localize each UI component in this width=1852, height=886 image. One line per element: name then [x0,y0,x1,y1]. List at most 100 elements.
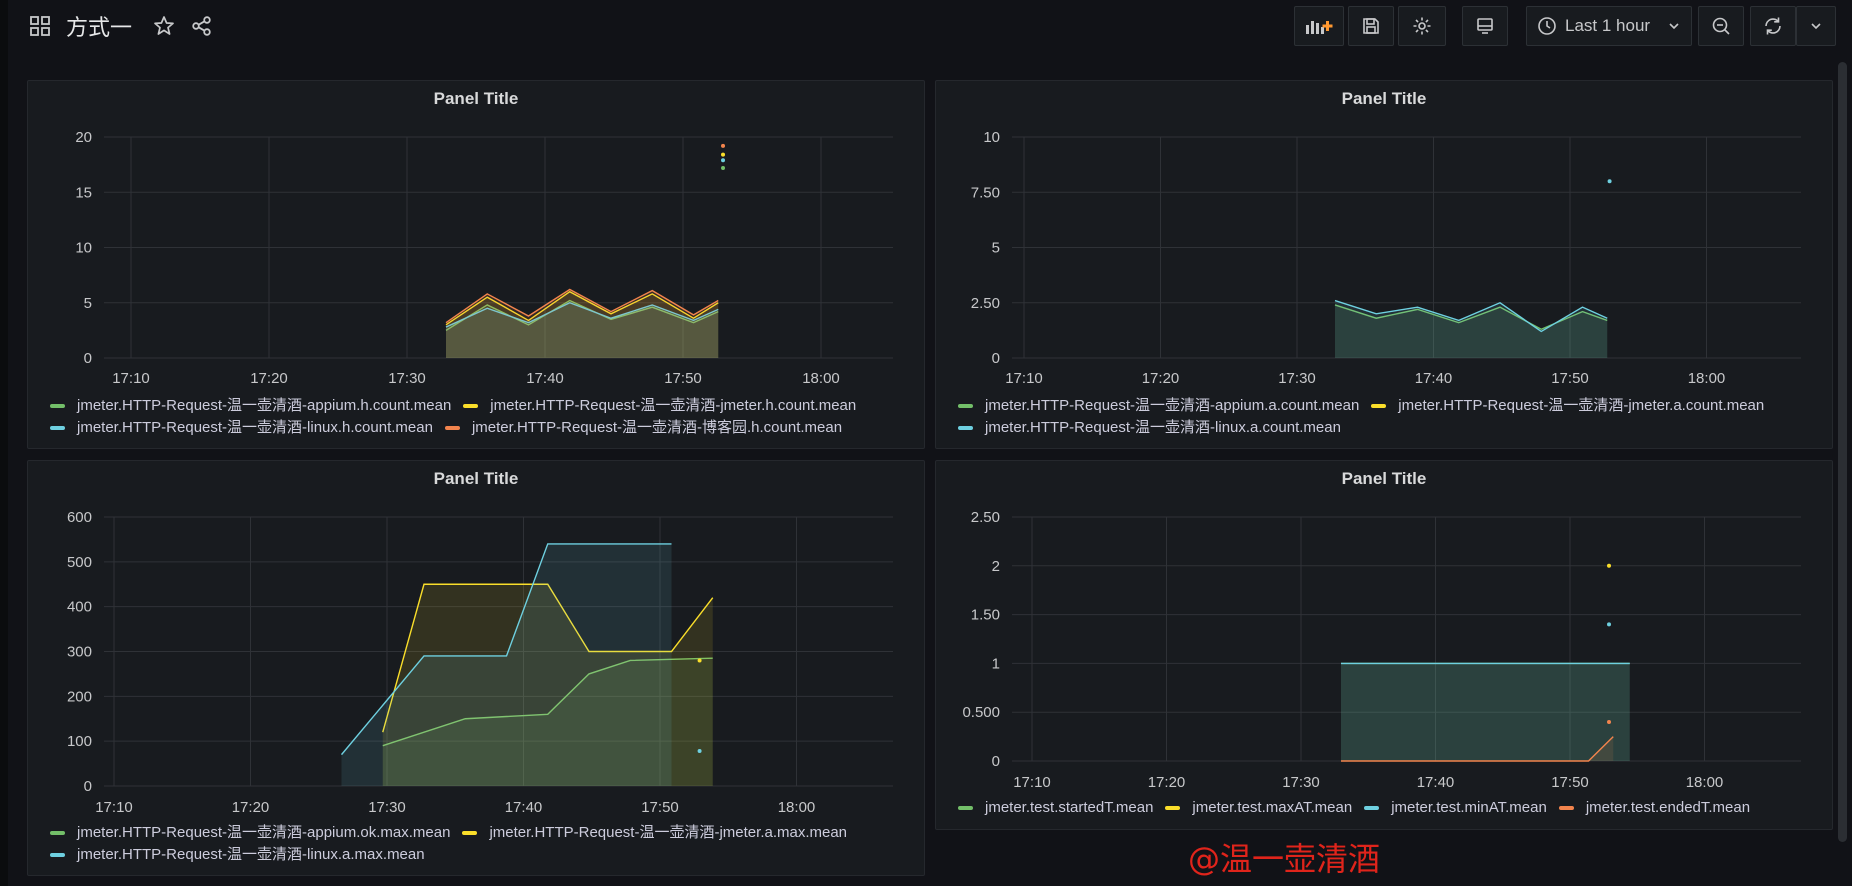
x-tick-label: 17:20 [1142,370,1180,387]
series-point[interactable] [1607,719,1612,724]
left-edge [0,0,8,886]
legend-item[interactable]: jmeter.HTTP-Request-温一壶清酒-linux.a.max.me… [50,844,425,866]
legend-row: jmeter.HTTP-Request-温一壶清酒-linux.a.max.me… [50,844,859,866]
legend-label: jmeter.HTTP-Request-温一壶清酒-linux.a.max.me… [77,846,425,863]
series-point[interactable] [721,143,726,148]
series-area [446,289,719,358]
legend-swatch [958,806,973,810]
series-point[interactable] [1607,622,1612,627]
legend-item[interactable]: jmeter.HTTP-Request-温一壶清酒-jmeter.h.count… [463,395,856,417]
x-tick-label: 17:30 [368,799,406,816]
series-point[interactable] [697,749,702,754]
x-tick-label: 18:00 [802,370,840,387]
legend-swatch [1364,806,1380,810]
x-tick-label: 17:30 [1282,774,1320,791]
legend-item[interactable]: jmeter.HTTP-Request-温一壶清酒-博客园.h.count.me… [444,417,842,439]
legend-label: jmeter.HTTP-Request-温一壶清酒-appium.a.count… [985,397,1360,414]
y-tick-label: 100 [67,733,92,750]
legend-item[interactable]: jmeter.HTTP-Request-温一壶清酒-jmeter.a.max.m… [462,822,847,844]
y-tick-label: 0.500 [962,704,1000,721]
legend-swatch [462,831,478,835]
tv-mode-button[interactable] [1462,6,1508,46]
y-tick-label: 5 [84,295,92,312]
legend-label: jmeter.test.minAT.mean [1391,799,1547,816]
star-icon[interactable] [152,14,176,38]
settings-button[interactable] [1398,6,1446,46]
series-point[interactable] [721,158,726,163]
legend-item[interactable]: jmeter.HTTP-Request-温一壶清酒-appium.ok.max.… [50,822,450,844]
refresh-button[interactable] [1750,6,1796,46]
page-scrollbar[interactable] [1838,62,1847,842]
legend-swatch [50,426,65,430]
series-area [341,543,672,786]
legend-label: jmeter.HTTP-Request-温一壶清酒-jmeter.h.count… [490,397,857,414]
add-panel-icon [1306,21,1333,34]
y-tick-label: 2.50 [971,509,1000,526]
zoom-out-icon [1712,17,1730,35]
tv-mode-icon [1477,18,1493,34]
legend: jmeter.HTTP-Request-温一壶清酒-appium.a.count… [958,395,1776,439]
legend-label: jmeter.HTTP-Request-温一壶清酒-jmeter.a.count… [1398,397,1765,414]
refresh-interval-dropdown[interactable] [1796,6,1836,46]
time-range-label: Last 1 hour [1565,16,1651,35]
legend-item[interactable]: jmeter.test.startedT.mean [958,797,1153,819]
legend-item[interactable]: jmeter.test.minAT.mean [1364,797,1547,819]
series-area [1341,663,1630,761]
chart-area: 0 100 200 300 400 500 600 17:10 17:20 17:30 17:40 1… [67,509,893,816]
y-tick-label: 2 [992,558,1000,575]
y-tick-label: 20 [75,129,92,146]
panel-max-mean[interactable]: Panel Title 0 100 200 300 400 500 600 17:10 17:2… [27,460,925,876]
zoom-out-button[interactable] [1698,6,1744,46]
legend-item[interactable]: jmeter.HTTP-Request-温一壶清酒-appium.a.count… [958,395,1359,417]
legend-swatch [463,404,479,408]
x-tick-label: 17:10 [95,799,133,816]
dashboard-grid-icon[interactable] [28,14,52,38]
panel-count-a[interactable]: Panel Title 0 2.50 5 7.50 10 17:10 17:20 17:30 1… [935,80,1833,449]
gear-icon [1413,17,1431,35]
legend-item[interactable]: jmeter.HTTP-Request-温一壶清酒-jmeter.a.count… [1371,395,1764,417]
share-icon[interactable] [190,14,214,38]
dashboard-title[interactable]: 方式一 [66,10,132,42]
legend-row: jmeter.HTTP-Request-温一壶清酒-linux.a.count.… [958,417,1776,439]
time-picker-button[interactable]: Last 1 hour [1526,6,1692,46]
add-panel-button[interactable] [1294,6,1344,46]
series-point[interactable] [721,152,726,157]
x-tick-label: 17:10 [1013,774,1051,791]
legend-swatch [1165,806,1181,810]
chevron-down-icon [1811,23,1821,30]
y-tick-label: 15 [75,184,92,201]
x-tick-label: 18:00 [778,799,816,816]
panel-count-h[interactable]: Panel Title 0 5 10 15 20 17:10 17:20 17:30 17:40… [27,80,925,449]
panel-test-threads[interactable]: Panel Title 0 0.500 1 1.50 2 2.50 17:10 17:20 17… [935,460,1833,830]
legend-item[interactable]: jmeter.HTTP-Request-温一壶清酒-linux.h.count.… [50,417,433,439]
series-point[interactable] [697,658,702,663]
legend-item[interactable]: jmeter.HTTP-Request-温一壶清酒-linux.a.count.… [958,417,1341,439]
legend-swatch [50,831,65,835]
clock-icon [1538,17,1556,35]
watermark-text: @温一壶清酒 [1188,840,1381,878]
legend-swatch [1371,404,1387,408]
legend-row: jmeter.HTTP-Request-温一壶清酒-appium.a.count… [958,395,1776,417]
chart-area: 0 0.500 1 1.50 2 2.50 17:10 17:20 17:30 17:40 17:5… [962,509,1801,791]
legend-item[interactable]: jmeter.test.maxAT.mean [1165,797,1352,819]
series-point[interactable] [1607,563,1612,568]
y-tick-label: 10 [75,240,92,257]
legend-swatch [50,404,65,408]
series-area [1335,300,1608,358]
series-point[interactable] [721,165,726,170]
y-tick-label: 1 [992,655,1000,672]
legend-label: jmeter.test.endedT.mean [1585,799,1751,816]
save-dashboard-button[interactable] [1348,6,1394,46]
y-tick-label: 0 [84,778,92,795]
legend: jmeter.HTTP-Request-温一壶清酒-appium.h.count… [50,395,868,439]
legend-item[interactable]: jmeter.test.endedT.mean [1558,797,1751,819]
legend-item[interactable]: jmeter.HTTP-Request-温一壶清酒-appium.h.count… [50,395,451,417]
legend-swatch [1558,806,1574,810]
series-point[interactable] [1607,179,1612,184]
legend-label: jmeter.HTTP-Request-温一壶清酒-appium.h.count… [77,397,452,414]
legend-label: jmeter.HTTP-Request-温一壶清酒-jmeter.a.max.m… [489,824,848,841]
y-tick-label: 2.50 [971,295,1000,312]
dashboard-title-group: 方式一 [28,10,228,42]
save-icon [1363,18,1379,34]
y-tick-label: 0 [992,753,1000,770]
